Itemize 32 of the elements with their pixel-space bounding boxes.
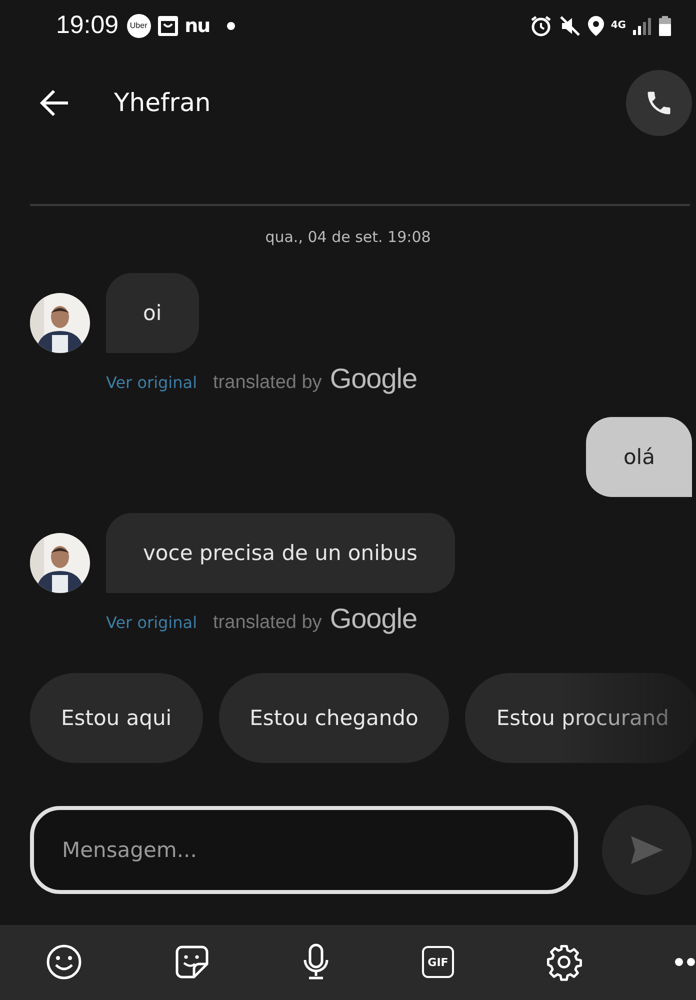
message-input[interactable]: Mensagem... [30, 806, 578, 894]
google-logo: Google [330, 362, 418, 395]
message-bubble: olá [586, 416, 692, 497]
settings-icon[interactable] [545, 943, 583, 982]
location-icon [586, 14, 605, 37]
app-logo: nu [184, 14, 210, 37]
message-bubble: oi [106, 272, 199, 353]
quick-reply-chip[interactable]: Estou aqui [30, 672, 203, 763]
alarm-icon [528, 14, 553, 38]
translated-by-text: translated by [213, 372, 322, 394]
quick-reply-chip[interactable]: Estou chegando [218, 672, 450, 763]
app-logo: Uber [126, 14, 151, 38]
sticker-icon[interactable] [174, 944, 210, 980]
status-time: 19:09 [56, 11, 119, 40]
google-logo: Google [330, 602, 418, 635]
ver-original-link[interactable]: Ver original [106, 612, 198, 632]
dot-icon [226, 20, 236, 31]
send-icon [629, 834, 665, 866]
emoji-icon[interactable] [45, 943, 83, 982]
signal-icon [632, 16, 652, 36]
microphone-icon[interactable] [301, 943, 331, 982]
date-separator: qua., 04 de set. 19:08 [264, 228, 432, 246]
mute-icon [558, 14, 581, 37]
translated-by-text: translated by [213, 612, 322, 634]
battery-icon [658, 14, 672, 37]
network-label: 4G [610, 20, 626, 32]
ver-original-link[interactable]: Ver original [106, 372, 198, 392]
contact-name: Yhefran [114, 88, 212, 118]
message-bubble: voce precisa de un onibus [106, 512, 454, 593]
gif-icon[interactable]: GIF [422, 946, 454, 978]
shopping-bag-icon [156, 14, 179, 37]
quick-reply-chip[interactable]: Estou procurand [465, 672, 696, 763]
